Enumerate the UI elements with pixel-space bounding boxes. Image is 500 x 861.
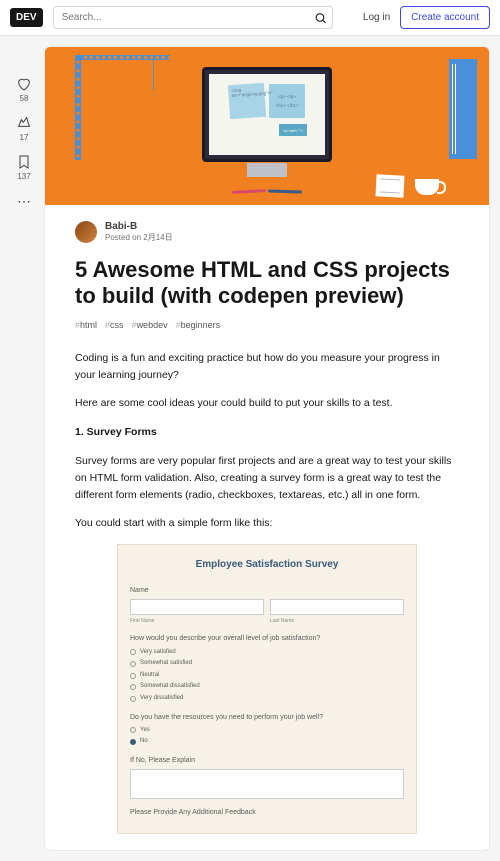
bookmark-icon (16, 154, 32, 170)
article-body: Coding is a fun and exciting practice bu… (75, 350, 459, 834)
paragraph: You could start with a simple form like … (75, 515, 459, 532)
paper-illustration (375, 174, 404, 197)
unicorn-icon (16, 115, 32, 131)
radio-option[interactable]: Neutral (130, 671, 404, 681)
paragraph: Coding is a fun and exciting practice bu… (75, 350, 459, 384)
radio-option[interactable]: Very satisfied (130, 648, 404, 658)
unicorn-count: 17 (20, 133, 29, 142)
like-button[interactable]: 58 (16, 76, 32, 103)
author-name[interactable]: Babi-B (105, 221, 173, 232)
paragraph: Survey forms are very popular first proj… (75, 453, 459, 503)
bookmark-button[interactable]: 137 (16, 154, 32, 181)
avatar[interactable] (75, 221, 97, 243)
question-label: If No, Please Explain (130, 755, 404, 766)
last-name-input[interactable] (270, 599, 404, 615)
paragraph: Here are some cool ideas your could buil… (75, 395, 459, 412)
tag-webdev[interactable]: #webdev (132, 320, 168, 330)
radio-option[interactable]: Yes (130, 726, 404, 736)
monitor-illustration: <img src="img/img.png"/> <p> </p> <h1> <… (202, 67, 332, 162)
tag-list: #html #css #webdev #beginners (75, 320, 459, 330)
ruler-illustration (449, 59, 477, 159)
radio-option[interactable]: Somewhat dissatisfied (130, 682, 404, 692)
radio-option[interactable]: Somewhat satisfied (130, 659, 404, 669)
explain-textarea[interactable] (130, 769, 404, 799)
codepen-embed[interactable]: Employee Satisfaction Survey Name First … (117, 544, 417, 834)
survey-title: Employee Satisfaction Survey (130, 557, 404, 573)
author-block: Babi-B Posted on 2月14日 (75, 221, 459, 243)
posted-on: Posted on 2月14日 (105, 232, 173, 243)
radio-option[interactable]: No (130, 737, 404, 747)
heart-icon (16, 76, 32, 92)
cup-illustration (415, 179, 439, 195)
more-button[interactable]: ⋯ (17, 193, 31, 210)
tag-beginners[interactable]: #beginners (176, 320, 221, 330)
bookmark-count: 137 (17, 172, 30, 181)
sticky-note: <img src="img/img.png"/> (228, 83, 266, 119)
login-link[interactable]: Log in (363, 12, 390, 23)
tag-html[interactable]: #html (75, 320, 97, 330)
search-input[interactable] (53, 6, 333, 29)
radio-option[interactable]: Very dissatisfied (130, 694, 404, 704)
field-label: Name (130, 585, 404, 596)
sticky-note: <a href=""> (279, 124, 307, 136)
sticky-note: <p> </p> <h1> </h1> (269, 84, 305, 118)
section-heading: 1. Survey Forms (75, 424, 459, 441)
question-label: Do you have the resources you need to pe… (130, 712, 404, 723)
pencils-illustration (232, 190, 302, 193)
tag-css[interactable]: #css (105, 320, 124, 330)
search-icon[interactable] (314, 11, 327, 24)
question-label: Please Provide Any Additional Feedback (130, 807, 404, 818)
create-account-button[interactable]: Create account (400, 6, 490, 29)
site-logo[interactable]: DEV (10, 8, 43, 27)
cover-image: <img src="img/img.png"/> <p> </p> <h1> <… (45, 47, 489, 205)
crane-illustration (75, 55, 81, 160)
reaction-sidebar: 58 17 137 ⋯ (10, 46, 38, 851)
like-count: 58 (20, 94, 29, 103)
search-wrap (53, 6, 333, 29)
article-main: <img src="img/img.png"/> <p> </p> <h1> <… (44, 46, 490, 851)
first-name-input[interactable] (130, 599, 264, 615)
article-title: 5 Awesome HTML and CSS projects to build… (75, 257, 459, 310)
unicorn-button[interactable]: 17 (16, 115, 32, 142)
question-label: How would you describe your overall leve… (130, 633, 404, 644)
